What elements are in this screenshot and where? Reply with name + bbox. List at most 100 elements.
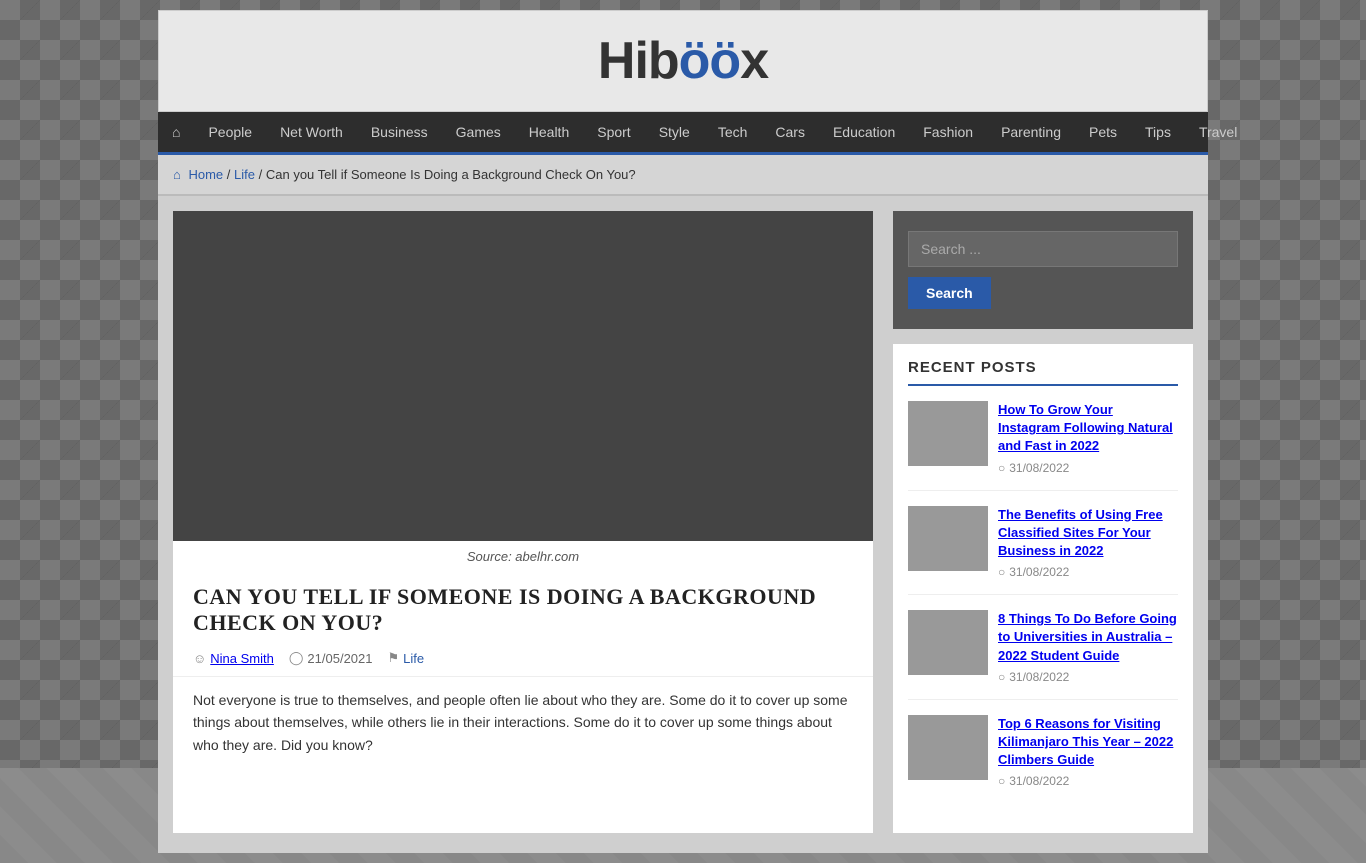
calendar-icon: ○ [998,670,1005,684]
article-category-meta: ⚑ Life [388,650,425,666]
post-title[interactable]: 8 Things To Do Before Going to Universit… [998,610,1178,665]
nav-link-pets[interactable]: Pets [1075,112,1131,152]
nav-item-fashion[interactable]: Fashion [909,112,987,152]
post-thumbnail [908,401,988,466]
nav-item-business[interactable]: Business [357,112,442,152]
breadcrumb-section: ⌂ Home / Life / Can you Tell if Someone … [158,155,1208,196]
post-date: ○ 31/08/2022 [998,565,1178,579]
logo-eyes: öö [679,32,741,90]
nav-item-style[interactable]: Style [645,112,704,152]
nav-item-tech[interactable]: Tech [704,112,762,152]
post-date: ○ 31/08/2022 [998,461,1178,475]
breadcrumb-current: Can you Tell if Someone Is Doing a Backg… [266,167,636,182]
post-thumbnail [908,715,988,780]
article-author-meta: ☺ Nina Smith [193,650,274,666]
nav-item-games[interactable]: Games [442,112,515,152]
nav-link-networth[interactable]: Net Worth [266,112,357,152]
nav-link-fashion[interactable]: Fashion [909,112,987,152]
breadcrumb-home-label: Home [188,167,223,182]
post-date-value: 31/08/2022 [1009,461,1069,475]
image-caption: Source: abelhr.com [173,541,873,572]
logo-text-end: x [740,32,768,90]
main-navigation: ⌂ People Net Worth Business Games Health… [158,112,1208,155]
post-title[interactable]: Top 6 Reasons for Visiting Kilimanjaro T… [998,715,1178,770]
post-thumbnail [908,610,988,675]
breadcrumb-separator-2: / [259,167,266,182]
nav-item-travel[interactable]: Travel [1185,112,1251,152]
clock-icon: ◯ [289,650,304,666]
recent-posts-title: Recent Posts [908,359,1178,386]
post-date-value: 31/08/2022 [1009,565,1069,579]
post-title[interactable]: How To Grow Your Instagram Following Nat… [998,401,1178,456]
nav-item-education[interactable]: Education [819,112,909,152]
tag-icon: ⚑ [388,650,400,666]
post-title-link[interactable]: How To Grow Your Instagram Following Nat… [998,402,1173,453]
post-date: ○ 31/08/2022 [998,774,1178,788]
nav-link-education[interactable]: Education [819,112,909,152]
nav-link-travel[interactable]: Travel [1185,112,1251,152]
nav-link-games[interactable]: Games [442,112,515,152]
nav-link-parenting[interactable]: Parenting [987,112,1075,152]
nav-item-networth[interactable]: Net Worth [266,112,357,152]
article-body: Not everyone is true to themselves, and … [173,677,873,768]
sidebar: Search Recent Posts How To Grow Your Ins… [893,211,1193,833]
nav-link-cars[interactable]: Cars [761,112,819,152]
nav-link-style[interactable]: Style [645,112,704,152]
search-box: Search [893,211,1193,329]
list-item: Top 6 Reasons for Visiting Kilimanjaro T… [908,715,1178,804]
calendar-icon: ○ [998,774,1005,788]
article: Source: abelhr.com Can You Tell if Someo… [173,211,873,833]
breadcrumb-home-link[interactable]: ⌂ Home [173,167,227,182]
nav-item-people[interactable]: People [194,112,266,152]
site-header: Hibööx [158,10,1208,112]
article-author-link[interactable]: Nina Smith [210,651,274,666]
site-logo[interactable]: Hibööx [159,31,1207,91]
article-body-text: Not everyone is true to themselves, and … [193,689,853,756]
post-info: The Benefits of Using Free Classified Si… [998,506,1178,580]
nav-link-sport[interactable]: Sport [583,112,644,152]
logo-text-start: Hib [598,32,679,90]
nav-item-sport[interactable]: Sport [583,112,644,152]
calendar-icon: ○ [998,565,1005,579]
author-icon: ☺ [193,651,206,666]
nav-link-people[interactable]: People [194,112,266,152]
post-date: ○ 31/08/2022 [998,670,1178,684]
search-input[interactable] [908,231,1178,267]
nav-link-tips[interactable]: Tips [1131,112,1185,152]
recent-posts-section: Recent Posts How To Grow Your Instagram … [893,344,1193,833]
calendar-icon: ○ [998,461,1005,475]
post-title-link[interactable]: 8 Things To Do Before Going to Universit… [998,611,1177,662]
post-title-link[interactable]: Top 6 Reasons for Visiting Kilimanjaro T… [998,716,1173,767]
nav-item-health[interactable]: Health [515,112,583,152]
nav-list: ⌂ People Net Worth Business Games Health… [158,112,1208,152]
nav-link-business[interactable]: Business [357,112,442,152]
nav-item-home[interactable]: ⌂ [158,112,194,152]
search-button[interactable]: Search [908,277,991,309]
breadcrumb: ⌂ Home / Life / Can you Tell if Someone … [158,155,1208,195]
nav-item-cars[interactable]: Cars [761,112,819,152]
post-thumbnail [908,506,988,571]
breadcrumb-section-link[interactable]: Life [234,167,255,182]
article-image [173,211,873,541]
nav-link-tech[interactable]: Tech [704,112,762,152]
article-category-link[interactable]: Life [403,651,424,666]
article-date: 21/05/2021 [307,651,372,666]
nav-link-health[interactable]: Health [515,112,583,152]
post-title-link[interactable]: The Benefits of Using Free Classified Si… [998,507,1163,558]
post-info: 8 Things To Do Before Going to Universit… [998,610,1178,684]
nav-item-tips[interactable]: Tips [1131,112,1185,152]
nav-item-pets[interactable]: Pets [1075,112,1131,152]
content-inner: Source: abelhr.com Can You Tell if Someo… [158,196,1208,853]
article-title: Can You Tell if Someone Is Doing a Backg… [173,572,873,644]
nav-item-parenting[interactable]: Parenting [987,112,1075,152]
post-title[interactable]: The Benefits of Using Free Classified Si… [998,506,1178,561]
list-item: How To Grow Your Instagram Following Nat… [908,401,1178,491]
home-nav-link[interactable]: ⌂ [158,112,194,152]
post-date-value: 31/08/2022 [1009,670,1069,684]
article-date-meta: ◯ 21/05/2021 [289,650,373,666]
list-item: 8 Things To Do Before Going to Universit… [908,610,1178,700]
list-item: The Benefits of Using Free Classified Si… [908,506,1178,596]
page-inner: ⌂ Home / Life / Can you Tell if Someone … [158,155,1208,853]
article-meta: ☺ Nina Smith ◯ 21/05/2021 ⚑ Life [173,644,873,677]
post-info: How To Grow Your Instagram Following Nat… [998,401,1178,475]
